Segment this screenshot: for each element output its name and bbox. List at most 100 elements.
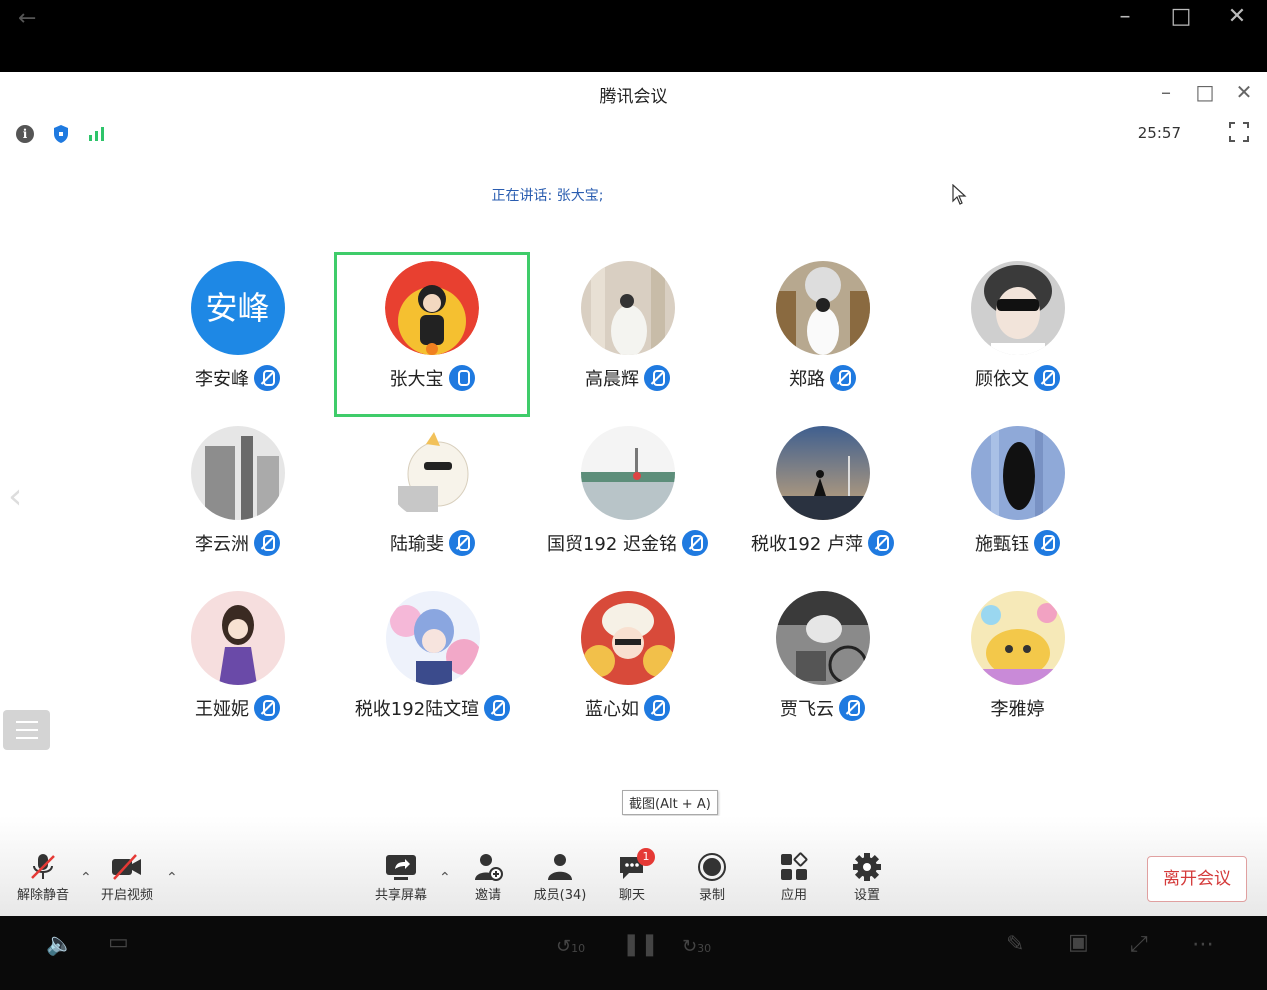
mic-muted-icon [644,695,670,721]
expand-icon[interactable]: ⤢ [1130,932,1148,957]
participant-tile[interactable]: 税收192陆文瑄 [335,582,530,747]
mic-muted-icon [1034,365,1060,391]
participant-name: 郑路 [789,369,825,390]
participant-name: 李云洲 [195,534,249,555]
outer-title-bar: ← – □ ✕ [0,0,1267,72]
forward-icon[interactable]: ↻30 [682,936,711,957]
start-video-label: 开启视频 [100,888,153,903]
leave-meeting-button[interactable]: 离开会议 [1147,856,1247,902]
signal-icon[interactable] [88,126,106,142]
pip-icon[interactable]: ▣ [1068,930,1089,955]
rewind-icon[interactable]: ↺10 [556,936,585,957]
avatar [775,261,870,355]
start-video-button[interactable]: 开启视频 [92,852,162,903]
audio-options-caret[interactable]: ⌃ [80,870,92,886]
apps-button[interactable]: 应用 [759,852,829,903]
apps-label: 应用 [780,888,807,903]
muted-mic-icon [31,854,55,879]
meeting-window: 腾讯会议 – □ ✕ i 25:57 正在讲话: 张大宝; ‹ 安峰 李安峰 张… [0,72,1267,916]
members-icon [548,854,572,880]
participant-name: 税收192 卢萍 [750,534,864,555]
settings-label: 设置 [853,888,880,903]
participant-name: 李雅婷 [990,699,1045,720]
minimize-icon[interactable]: – [1152,80,1180,104]
participant-tile[interactable]: 蓝心如 [530,582,725,747]
share-options-caret[interactable]: ⌃ [439,870,451,886]
avatar [385,426,480,520]
members-button[interactable]: 成员(34) [525,852,595,903]
mic-muted-icon [1034,530,1060,556]
participant-name: 李安峰 [195,369,249,390]
participant-tile[interactable]: 李云洲 [140,417,335,582]
mic-muted-icon [254,365,280,391]
outer-close-icon[interactable]: ✕ [1222,4,1252,29]
info-icon[interactable]: i [16,125,34,143]
outer-minimize-icon[interactable]: – [1110,4,1140,29]
mic-muted-icon [839,695,865,721]
participant-tile[interactable]: 国贸192 迟金铭 [530,417,725,582]
participant-name: 陆瑜斐 [390,534,444,555]
invite-icon [475,854,503,881]
participant-tile[interactable]: 顾依文 [920,252,1115,417]
participant-tile-speaking[interactable]: 张大宝 [334,252,530,417]
avatar [385,591,480,685]
chat-button[interactable]: 1 聊天 [597,848,667,903]
share-screen-label: 共享屏幕 [374,888,427,903]
mic-muted-icon [868,530,895,556]
subtitle-icon[interactable]: ▭ [108,930,129,955]
shield-icon[interactable] [52,124,70,144]
gear-icon [853,853,881,881]
fullscreen-icon[interactable] [1229,122,1249,142]
back-arrow-icon[interactable]: ← [18,6,36,31]
participant-name: 高晨辉 [585,369,639,390]
mic-muted-icon [449,530,475,556]
participant-tile[interactable]: 高晨辉 [530,252,725,417]
close-icon[interactable]: ✕ [1230,80,1258,104]
avatar [580,426,675,520]
participant-name: 张大宝 [389,369,444,390]
mic-muted-icon [830,365,856,391]
avatar [775,426,870,520]
participant-grid: 安峰 李安峰 张大宝 高晨辉 郑路 顾依文 李云洲 陆瑜斐 国贸192 迟金铭 … [140,252,1115,747]
screenshot-tooltip: 截图(Alt + A) [622,790,718,815]
participant-tile[interactable]: 安峰 李安峰 [140,252,335,417]
maximize-icon[interactable]: □ [1191,80,1219,104]
video-options-caret[interactable]: ⌃ [166,870,178,886]
avatar [580,261,675,355]
outer-maximize-icon[interactable]: □ [1166,4,1196,29]
participant-tile[interactable]: 郑路 [725,252,920,417]
avatar [775,591,870,685]
pen-icon[interactable]: ✎ [1006,932,1024,957]
mic-muted-icon [484,695,511,721]
unmute-button[interactable]: 解除静音 [8,852,78,903]
participant-name: 税收192陆文瑄 [354,699,480,720]
participant-name: 顾依文 [975,369,1029,390]
record-button[interactable]: 录制 [677,852,747,903]
meeting-timer: 25:57 [1137,124,1181,142]
participant-list-toggle[interactable] [3,710,50,750]
invite-button[interactable]: 邀请 [453,852,523,903]
participant-tile[interactable]: 王娅妮 [140,582,335,747]
participant-tile[interactable]: 施甄钰 [920,417,1115,582]
volume-icon[interactable]: 🔈 [46,932,73,957]
participant-tile[interactable]: 贾飞云 [725,582,920,747]
record-icon [698,853,726,881]
participant-tile[interactable]: 税收192 卢萍 [725,417,920,582]
chat-label: 聊天 [618,888,645,903]
avatar: 安峰 [190,261,285,355]
mic-muted-icon [644,365,670,391]
participant-tile[interactable]: 陆瑜斐 [335,417,530,582]
settings-button[interactable]: 设置 [832,852,902,903]
unmute-label: 解除静音 [16,888,69,903]
participant-name: 蓝心如 [585,699,639,720]
video-off-icon [112,854,141,880]
share-screen-button[interactable]: 共享屏幕 [366,852,436,903]
pause-icon[interactable]: ❚❚ [622,932,659,957]
more-icon[interactable]: ⋯ [1192,932,1214,957]
chat-unread-badge: 1 [637,848,655,866]
previous-page-icon[interactable]: ‹ [8,476,22,517]
participant-tile[interactable]: 李雅婷 [920,582,1115,747]
forward-seconds: 30 [697,942,712,955]
mouse-cursor-icon [952,184,967,205]
mic-muted-icon [254,695,280,721]
